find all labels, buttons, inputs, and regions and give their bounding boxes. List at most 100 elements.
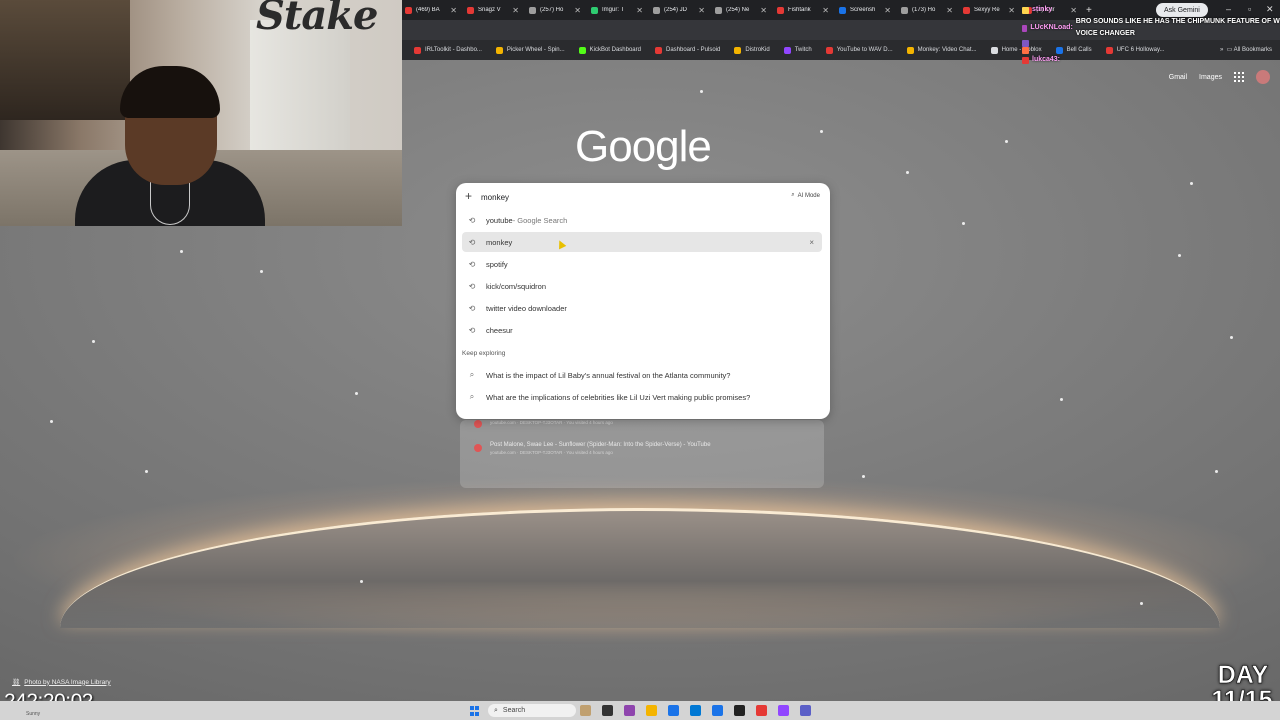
plus-icon[interactable]: + <box>465 189 472 203</box>
recent-result[interactable]: youtube.com · DESKTOP-TJ3OTAR · You visi… <box>474 418 613 428</box>
taskbar-app-icon[interactable] <box>602 705 613 716</box>
bookmark-label: Twitch <box>794 47 812 53</box>
tab-close-icon[interactable]: ✕ <box>1008 6 1015 15</box>
suggestion-item[interactable]: ⟲ kick/com/squidron <box>462 276 822 296</box>
recent-result[interactable]: Post Malone, Swae Lee - Sunflower (Spide… <box>474 442 711 455</box>
taskbar-app-icon[interactable] <box>800 705 811 716</box>
star <box>1140 602 1143 605</box>
suggestion-item[interactable]: ⟲ twitter video downloader <box>462 298 822 318</box>
tab-close-icon[interactable]: ✕ <box>822 6 829 15</box>
browser-tab[interactable]: (173) Ho ✕ <box>896 0 958 20</box>
suggestion-item[interactable]: ⟲ youtube - Google Search <box>462 210 822 230</box>
bookmark-item[interactable]: Dashboard - Pulsoid <box>654 46 720 54</box>
tab-close-icon[interactable]: ✕ <box>450 6 457 15</box>
star <box>360 580 363 583</box>
search-input[interactable] <box>481 190 761 204</box>
bookmark-item[interactable]: IRLToolkit - Dashbo... <box>414 46 482 54</box>
taskbar-app-icon[interactable] <box>646 705 657 716</box>
suggestion-item[interactable]: ⟲ spotify <box>462 254 822 274</box>
bookmark-item[interactable]: Twitch <box>783 46 812 54</box>
tab-close-icon[interactable]: ✕ <box>760 6 767 15</box>
tab-close-icon[interactable]: ✕ <box>636 6 643 15</box>
taskbar-app-icon[interactable] <box>778 705 789 716</box>
taskbar-app-icon[interactable] <box>580 705 591 716</box>
bookmark-favicon-icon <box>414 46 421 54</box>
chat-badge-icon <box>1022 6 1029 14</box>
browser-tab[interactable]: Sexyy Re ✕ <box>958 0 1020 20</box>
tab-close-icon[interactable]: ✕ <box>946 6 953 15</box>
browser-tab[interactable]: Screensh ✕ <box>834 0 896 20</box>
browser-tab[interactable]: Fishtank ✕ <box>772 0 834 20</box>
stake-logo: Stake <box>256 0 378 39</box>
bookmark-item[interactable]: KickBot Dashboard <box>578 46 641 54</box>
browser-tab[interactable]: (469) BA ✕ <box>400 0 462 20</box>
explore-item[interactable]: ⌕ What are the implications of celebritie… <box>462 387 822 407</box>
taskbar-app-icon[interactable] <box>690 705 701 716</box>
ai-mode-button[interactable]: ⌕ AI Mode <box>791 192 820 199</box>
remove-suggestion-icon[interactable]: × <box>809 238 814 247</box>
browser-tab[interactable]: Imgur: T ✕ <box>586 0 648 20</box>
link-icon: ⛓ <box>12 679 21 686</box>
bookmark-favicon-icon <box>654 46 662 54</box>
star <box>1215 470 1218 473</box>
bookmark-item[interactable]: Monkey: Video Chat... <box>906 46 977 54</box>
history-icon: ⟲ <box>468 281 476 291</box>
tab-favicon-icon <box>715 6 722 14</box>
recent-results-panel: youtube.com · DESKTOP-TJ3OTAR · You visi… <box>460 420 824 488</box>
search-box[interactable]: + ⌕AI Mode <box>456 183 830 211</box>
history-icon: ⟲ <box>468 303 476 313</box>
history-icon: ⟲ <box>468 237 476 247</box>
windows-start-icon[interactable] <box>470 706 480 716</box>
star <box>962 222 965 225</box>
tab-favicon-icon <box>963 6 970 14</box>
bookmark-item[interactable]: DistroKid <box>734 46 770 54</box>
bookmark-favicon-icon <box>783 46 791 54</box>
star <box>145 470 148 473</box>
tab-favicon-icon <box>901 6 908 14</box>
tab-title: Fishtank <box>788 7 811 13</box>
taskbar-app-icon[interactable] <box>712 705 723 716</box>
chat-username: lukca43: <box>1032 56 1061 63</box>
tab-favicon-icon <box>591 6 598 14</box>
star <box>820 130 823 133</box>
chat-username: stinky <box>1032 6 1053 13</box>
google-apps-icon[interactable] <box>1234 72 1244 82</box>
taskbar-app-icon[interactable] <box>756 705 767 716</box>
suggestion-text: youtube <box>486 215 513 225</box>
star <box>355 392 358 395</box>
explore-item[interactable]: ⌕ What is the impact of Lil Baby's annual… <box>462 365 822 385</box>
photo-credit-link[interactable]: ⛓ Photo by NASA Image Library <box>12 678 111 687</box>
tab-title: Imgur: T <box>602 7 625 13</box>
taskbar-app-icon[interactable] <box>624 705 635 716</box>
bookmark-item[interactable]: YouTube to WAV D... <box>825 46 893 54</box>
bookmark-item[interactable]: Picker Wheel - Spin... <box>495 46 565 54</box>
weather-widget[interactable]: Sunny <box>26 711 40 717</box>
taskbar-app-icon[interactable] <box>734 705 745 716</box>
suggestion-text: cheesur <box>486 325 513 335</box>
star <box>1005 140 1008 143</box>
browser-tab[interactable]: (257) Ho ✕ <box>524 0 586 20</box>
youtube-icon <box>474 420 482 428</box>
tab-close-icon[interactable]: ✕ <box>698 6 705 15</box>
search-icon: ⌕ <box>494 706 498 714</box>
profile-avatar[interactable] <box>1256 70 1270 84</box>
browser-tab[interactable]: (254) JD ✕ <box>648 0 710 20</box>
suggestion-item[interactable]: ⟲ cheesur <box>462 320 822 340</box>
taskbar-app-icon[interactable] <box>668 705 679 716</box>
history-icon: ⟲ <box>468 259 476 269</box>
photo-credit-text: Photo by NASA Image Library <box>24 678 111 686</box>
bookmark-favicon-icon <box>495 46 503 54</box>
tab-close-icon[interactable]: ✕ <box>884 6 891 15</box>
tab-close-icon[interactable]: ✕ <box>512 6 519 15</box>
suggestion-item[interactable]: ⟲ monkey × <box>462 232 822 252</box>
images-link[interactable]: Images <box>1199 74 1222 81</box>
browser-tab[interactable]: (254) Ne ✕ <box>710 0 772 20</box>
search-icon: ⌕ <box>469 392 475 401</box>
browser-tab[interactable]: Snagz V ✕ <box>462 0 524 20</box>
tab-close-icon[interactable]: ✕ <box>574 6 581 15</box>
tab-favicon-icon <box>529 6 536 14</box>
taskbar-search[interactable]: ⌕ Search <box>488 704 576 717</box>
gmail-link[interactable]: Gmail <box>1169 74 1187 81</box>
streamer-hair <box>120 66 220 118</box>
star <box>1230 336 1233 339</box>
